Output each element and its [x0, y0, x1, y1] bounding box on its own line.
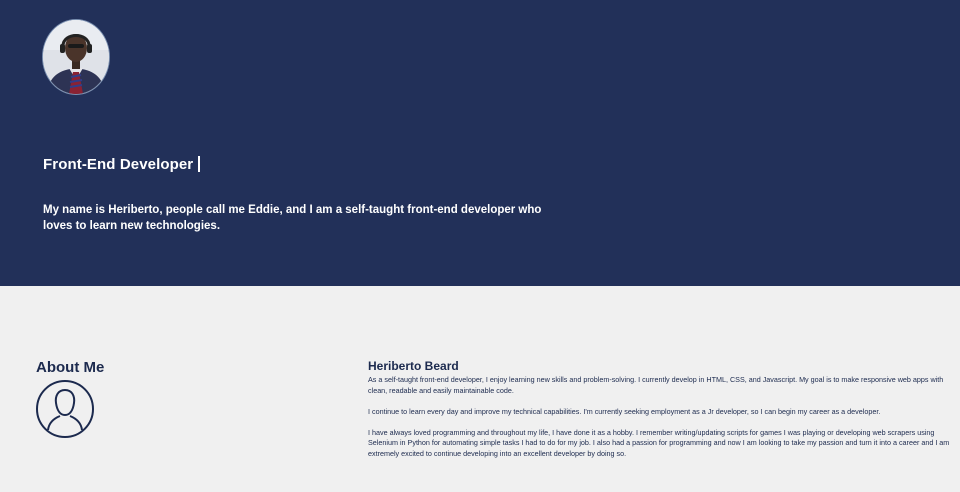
- about-paragraph: As a self-taught front-end developer, I …: [368, 375, 944, 395]
- about-section: About Me Heriberto Beard As a self-taugh…: [0, 286, 960, 492]
- hero-section: Front-End Developer My name is Heriberto…: [0, 0, 960, 286]
- about-paragraph: I continue to learn every day and improv…: [368, 406, 881, 416]
- about-heading: About Me: [36, 359, 105, 376]
- profile-avatar: [42, 19, 110, 95]
- profile-photo-illustration: [43, 20, 109, 94]
- about-text: As a self-taught front-end developer, I …: [368, 375, 960, 470]
- hero-title: Front-End Developer: [43, 156, 201, 173]
- about-paragraph: I have always loved programming and thro…: [368, 427, 950, 458]
- about-name: Heriberto Beard: [368, 359, 459, 373]
- hero-intro: My name is Heriberto, people call me Edd…: [43, 204, 542, 232]
- hero-title-text: Front-End Developer: [43, 156, 194, 173]
- user-icon: [36, 380, 94, 438]
- typing-caret: [198, 156, 201, 172]
